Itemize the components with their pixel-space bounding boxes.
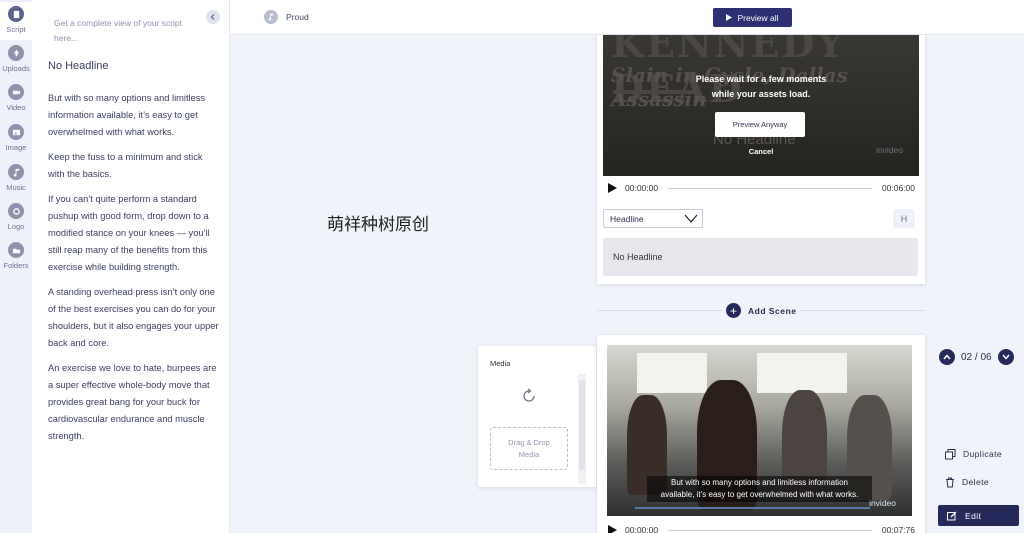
rail-label: Music: [6, 183, 26, 192]
script-panel: Get a complete view of your script here.…: [32, 0, 230, 533]
current-time: 00:00:00: [625, 183, 659, 193]
top-bar: Proud Preview all: [230, 0, 1024, 35]
media-scrollbar[interactable]: [578, 374, 586, 484]
total-time: 00:06:00: [881, 183, 915, 193]
caption-line: But with so many options and limitless i…: [671, 478, 848, 487]
add-scene-label: Add Scene: [748, 305, 797, 316]
edit-label: Edit: [965, 510, 982, 521]
left-rail: Script Uploads Video Image Music Logo Fo…: [0, 0, 32, 533]
previous-scene-button[interactable]: [939, 349, 955, 365]
refresh-icon[interactable]: [521, 388, 537, 404]
delete-label: Delete: [962, 477, 989, 487]
preview-all-label: Preview all: [737, 12, 779, 23]
plus-icon: +: [726, 303, 741, 318]
scene-card-1[interactable]: KENNEDY DEAD Slain in Cycle, Dallas Assa…: [597, 35, 925, 284]
caption-progress: [635, 507, 870, 509]
total-time: 00:07:76: [881, 525, 915, 533]
drag-drop-zone[interactable]: Drag & Drop Media: [490, 427, 568, 470]
scene-1-player: 00:00:00 00:06:00: [603, 180, 919, 196]
chevron-down-icon: [1002, 354, 1010, 360]
gym-window: [757, 353, 847, 393]
preview-anyway-button[interactable]: Preview Anyway: [715, 112, 805, 137]
current-time: 00:00:00: [625, 525, 659, 533]
layout-select-value: Headline: [610, 213, 644, 224]
headline-text-field[interactable]: No Headline: [603, 238, 918, 276]
script-icon: [8, 6, 24, 22]
heading-button[interactable]: H: [893, 209, 915, 228]
drop-zone-label: Media: [518, 450, 540, 459]
loading-message-line: Please wait for a few moments: [695, 74, 827, 84]
caption-line: available, it’s easy to get overwhelmed …: [660, 490, 859, 499]
script-body[interactable]: But with so many options and limitless i…: [48, 90, 220, 453]
rail-item-folders[interactable]: Folders: [0, 238, 32, 276]
chevron-left-icon: [210, 14, 215, 20]
music-note-icon[interactable]: [264, 10, 278, 24]
scene-2-thumbnail[interactable]: But with so many options and limitless i…: [607, 345, 912, 516]
delete-button[interactable]: Delete: [945, 475, 989, 489]
cancel-button[interactable]: Cancel: [603, 147, 919, 156]
layout-select[interactable]: Headline: [603, 209, 703, 228]
scrollbar-thumb[interactable]: [579, 380, 585, 470]
play-icon: [726, 14, 733, 21]
script-paragraph: If you can’t quite perform a standard pu…: [48, 194, 210, 272]
music-track-name[interactable]: Proud: [286, 12, 309, 22]
script-title: No Headline: [48, 60, 109, 72]
rail-label: Folders: [3, 261, 29, 270]
rail-label: Uploads: [2, 64, 30, 73]
rail-label: Script: [6, 25, 26, 34]
folder-icon: [8, 242, 24, 258]
scene-card-2[interactable]: But with so many options and limitless i…: [597, 335, 925, 533]
upload-icon: [8, 45, 24, 61]
loading-message: Please wait for a few moments while your…: [603, 72, 919, 102]
rail-label: Image: [5, 143, 27, 152]
gym-window: [637, 353, 707, 393]
music-icon: [8, 164, 24, 180]
video-icon: [8, 84, 24, 100]
canvas-overlay-text: 萌祥种树原创: [327, 215, 429, 235]
duplicate-icon: [945, 448, 956, 459]
duplicate-button[interactable]: Duplicate: [945, 447, 1002, 461]
edit-icon: [947, 511, 957, 520]
rail-item-uploads[interactable]: Uploads: [0, 41, 32, 79]
drop-zone-label: Drag & Drop: [508, 438, 550, 447]
add-scene-button[interactable]: + Add Scene: [722, 302, 801, 319]
next-scene-button[interactable]: [997, 349, 1014, 365]
scene-2-player: 00:00:00 00:07:76: [603, 522, 919, 533]
scene-navigator: 02 / 06: [939, 349, 1014, 365]
rail-label: Video: [6, 103, 26, 112]
rail-item-image[interactable]: Image: [0, 120, 32, 158]
rail-item-logo[interactable]: Logo: [0, 199, 32, 237]
collapse-panel-button[interactable]: [206, 10, 220, 24]
image-icon: [8, 124, 24, 140]
rail-item-script[interactable]: Script: [0, 2, 32, 40]
scene-counter: 02 / 06: [961, 351, 992, 363]
scene-2-caption: But with so many options and limitless i…: [647, 476, 872, 502]
play-icon[interactable]: [607, 525, 617, 533]
seek-bar[interactable]: [668, 529, 872, 531]
logo-icon: [8, 203, 24, 219]
invideo-watermark: invideo: [876, 145, 903, 155]
script-paragraph: An exercise we love to hate, burpees are…: [48, 363, 217, 441]
invideo-watermark: invideo: [869, 498, 896, 508]
play-icon[interactable]: [607, 183, 617, 193]
script-paragraph: A standing overhead press isn’t only one…: [48, 287, 219, 348]
trash-icon: [946, 477, 954, 487]
rail-item-video[interactable]: Video: [0, 80, 32, 118]
script-hint: Get a complete view of your script here.…: [54, 18, 183, 43]
rail-item-music[interactable]: Music: [0, 160, 32, 198]
media-panel: Media Drag & Drop Media: [478, 346, 596, 487]
loading-message-line: while your assets load.: [711, 89, 811, 99]
seek-bar[interactable]: [668, 187, 872, 189]
edit-button[interactable]: Edit: [938, 505, 1019, 526]
preview-all-button[interactable]: Preview all: [713, 8, 792, 27]
duplicate-label: Duplicate: [963, 449, 1003, 459]
script-paragraph: Keep the fuss to a minimum and stick wit…: [48, 152, 203, 179]
chevron-up-icon: [943, 354, 951, 360]
script-paragraph: But with so many options and limitless i…: [48, 93, 206, 137]
rail-label: Logo: [7, 222, 25, 231]
chevron-down-icon: [684, 214, 698, 223]
scene-1-thumbnail[interactable]: KENNEDY DEAD Slain in Cycle, Dallas Assa…: [603, 35, 919, 176]
media-title: Media: [490, 359, 511, 368]
